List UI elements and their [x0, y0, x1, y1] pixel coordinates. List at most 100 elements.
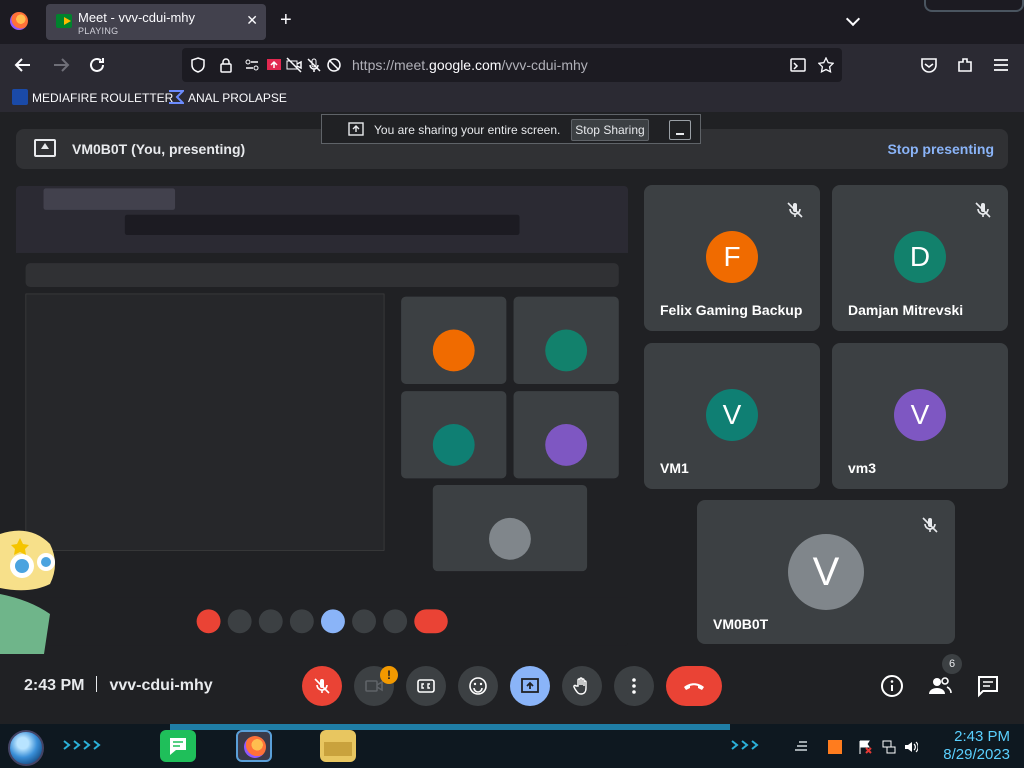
bookmark-star-icon[interactable] [818, 57, 834, 73]
menu-icon[interactable] [992, 56, 1010, 74]
reload-icon[interactable] [88, 56, 106, 74]
back-icon[interactable] [14, 56, 32, 74]
share-banner-text: You are sharing your entire screen. [374, 123, 561, 137]
camera-blocked-icon[interactable] [286, 57, 302, 73]
url-text[interactable]: https://meet.google.com/vvv-cdui-mhy [352, 57, 588, 73]
hang-up-icon [684, 683, 704, 690]
share-screen-icon [348, 122, 364, 136]
mirror-call-bar [16, 597, 628, 646]
camera-warning-badge[interactable]: ! [380, 666, 398, 684]
tray-app-icon[interactable] [828, 740, 842, 754]
call-controls-bar: 2:43 PM vvv-cdui-mhy ! 6 [0, 654, 1024, 724]
more-options-button[interactable] [614, 666, 654, 706]
tab-title: Meet - vvv-cdui-mhy [78, 10, 196, 25]
participant-tile-vm3[interactable]: V vm3 [832, 343, 1008, 489]
tab-list-chevron-icon[interactable] [846, 12, 860, 26]
avatar: F [706, 231, 758, 283]
mic-off-icon [314, 678, 330, 694]
mirror-avatar [545, 329, 588, 372]
present-screen-icon [34, 139, 56, 157]
captions-button[interactable] [406, 666, 446, 706]
present-screen-button[interactable] [510, 666, 550, 706]
mirror-avatar [432, 329, 475, 372]
people-icon[interactable] [928, 674, 952, 698]
firefox-icon[interactable] [10, 12, 28, 30]
mic-blocked-icon[interactable] [306, 57, 322, 73]
url-bar[interactable]: https://meet.google.com/vvv-cdui-mhy [182, 48, 842, 82]
os-taskbar: 2:43 PM 8/29/2023 [0, 724, 1024, 768]
participant-tile-felix[interactable]: F Felix Gaming Backup [644, 185, 820, 331]
bookmark-label: MEDIAFIRE ROULETTER [32, 91, 174, 105]
minimize-banner-button[interactable] [669, 120, 691, 140]
mirror-avatar [432, 424, 475, 467]
emoji-icon [469, 677, 487, 695]
tab-meet[interactable]: Meet - vvv-cdui-mhy PLAYING ✕ [46, 4, 266, 40]
microphone-toggle-button[interactable] [302, 666, 342, 706]
clock-date: 8/29/2023 [943, 746, 1010, 763]
stop-sharing-button[interactable]: Stop Sharing [571, 119, 649, 141]
mirror-button [289, 609, 314, 634]
participant-name: Felix Gaming Backup [660, 302, 803, 318]
mirror-presenting-bar [25, 263, 619, 288]
participant-name: Damjan Mitrevski [848, 302, 964, 318]
volume-icon[interactable] [904, 740, 918, 754]
participant-name: VM0B0T [713, 616, 769, 632]
mirror-button [196, 609, 221, 634]
lock-icon[interactable] [218, 57, 234, 73]
shield-icon[interactable] [190, 57, 206, 73]
forward-icon[interactable] [52, 56, 70, 74]
more-vert-icon [632, 678, 636, 694]
participant-tile-vm0b0t[interactable]: V VM0B0T [697, 500, 955, 644]
taskbar-app-firefox-icon[interactable] [236, 730, 272, 762]
start-menu-icon[interactable] [8, 730, 44, 766]
bookmark-icon [169, 90, 184, 104]
people-count-badge: 6 [942, 654, 962, 674]
leave-call-button[interactable] [666, 666, 722, 706]
raise-hand-button[interactable] [562, 666, 602, 706]
mirror-tile [432, 485, 588, 572]
mirror-button [414, 609, 448, 634]
avatar: V [788, 534, 864, 610]
mirror-tile [401, 296, 507, 384]
mirror-avatar [489, 517, 531, 560]
network-icon[interactable] [882, 740, 896, 754]
taskbar-app-file-explorer-icon[interactable] [320, 730, 356, 762]
participant-name: VM1 [660, 460, 689, 476]
mediafire-icon [12, 89, 28, 105]
presenting-title: VM0B0T (You, presenting) [72, 141, 246, 157]
permissions-icon[interactable] [244, 57, 260, 73]
participant-tile-damjan[interactable]: D Damjan Mitrevski [832, 185, 1008, 331]
screen-share-indicator-icon[interactable] [266, 57, 282, 73]
extensions-icon[interactable] [956, 56, 974, 74]
avatar: V [706, 389, 758, 441]
shared-screen-preview [16, 186, 628, 646]
stop-presenting-button[interactable]: Stop presenting [887, 141, 994, 157]
bookmark-label: ANAL PROLAPSE [188, 91, 287, 105]
meet-page: You are sharing your entire screen. Stop… [0, 112, 1024, 724]
cartoon-sticker-image [0, 530, 55, 654]
pocket-icon[interactable] [920, 56, 938, 74]
present-screen-icon [521, 678, 539, 693]
mirror-button [352, 609, 376, 634]
taskbar-clock[interactable]: 2:43 PM 8/29/2023 [930, 728, 1010, 764]
reader-view-icon[interactable] [790, 57, 806, 73]
tab-close-icon[interactable]: ✕ [246, 12, 258, 29]
screen-root: Meet - vvv-cdui-mhy PLAYING ✕ + https://… [0, 0, 1024, 768]
new-tab-button[interactable]: + [280, 10, 292, 30]
participant-name: vm3 [848, 460, 877, 476]
taskbar-app-chat-icon[interactable] [160, 730, 196, 762]
window-handle [924, 0, 1024, 12]
mirror-button [227, 609, 252, 634]
browser-nav-bar: https://meet.google.com/vvv-cdui-mhy [0, 44, 1024, 86]
reactions-button[interactable] [458, 666, 498, 706]
meeting-info-icon[interactable] [880, 674, 904, 698]
meeting-details: 2:43 PM vvv-cdui-mhy [24, 676, 213, 695]
closed-captions-icon [417, 679, 435, 693]
tray-expand-icon[interactable] [794, 740, 808, 754]
mirror-url-bar [124, 214, 520, 236]
chat-icon[interactable] [976, 674, 1000, 698]
mirror-tile [401, 391, 507, 479]
action-center-flag-icon[interactable] [858, 740, 872, 754]
autoplay-blocked-icon[interactable] [326, 57, 342, 73]
participant-tile-vm1[interactable]: V VM1 [644, 343, 820, 489]
